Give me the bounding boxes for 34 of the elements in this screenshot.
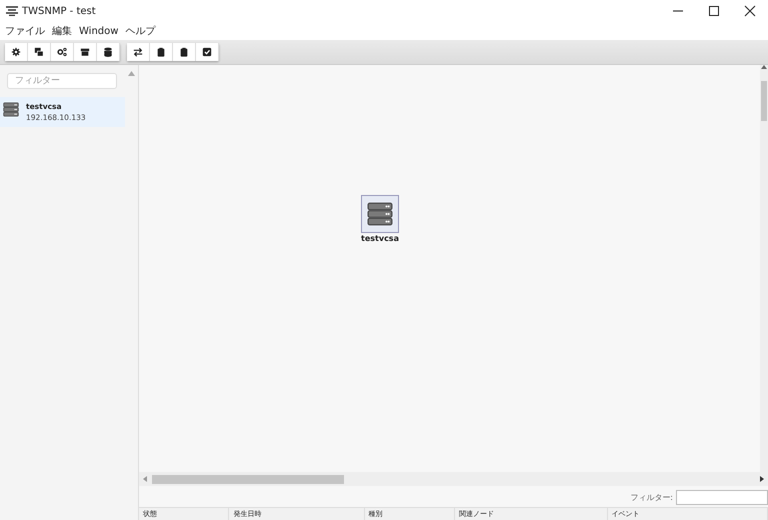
nodes-button[interactable] <box>28 43 51 61</box>
app-logo-icon <box>6 6 18 16</box>
gears-button[interactable] <box>51 43 74 61</box>
nodes-icon <box>34 47 44 57</box>
clipboard-button[interactable] <box>173 43 196 61</box>
menu-item[interactable]: 編集 <box>50 23 76 39</box>
clipboard-icon <box>156 47 166 57</box>
map-node[interactable] <box>361 195 399 233</box>
menu-item[interactable]: ファイル <box>3 23 49 39</box>
map-node-label: testvcsa <box>361 234 399 243</box>
database-icon <box>103 47 113 57</box>
menu-item[interactable]: ヘルプ <box>123 23 160 39</box>
window-title: TWSNMP - test <box>22 6 97 16</box>
log-filter-field[interactable] <box>676 490 768 505</box>
archive-icon <box>80 47 90 57</box>
database-button[interactable] <box>97 43 120 61</box>
checkbox-button[interactable] <box>196 43 219 61</box>
archive-button[interactable] <box>74 43 97 61</box>
gear-button[interactable] <box>5 43 28 61</box>
checkbox-icon <box>202 47 212 57</box>
filter-label: フィルター: <box>630 492 673 503</box>
clipboard-icon <box>179 47 189 57</box>
server-icon <box>367 201 393 227</box>
gears-icon <box>57 47 67 57</box>
swap-arrows-button[interactable] <box>127 43 150 61</box>
horizontal-scrollbar-thumb[interactable] <box>152 474 344 484</box>
menu-item[interactable]: Window <box>77 24 122 38</box>
clipboard-button[interactable] <box>150 43 173 61</box>
filter-field[interactable]: フィルター <box>7 73 117 89</box>
swap-arrows-icon <box>133 47 143 57</box>
vertical-scrollbar-thumb[interactable] <box>761 81 767 121</box>
scroll-right-icon[interactable] <box>760 476 764 482</box>
gear-icon <box>11 47 21 57</box>
server-icon <box>3 102 19 117</box>
